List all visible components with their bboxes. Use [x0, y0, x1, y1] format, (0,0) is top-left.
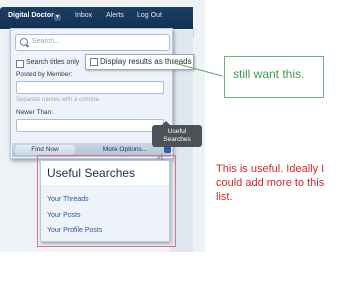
menu-item-your-threads[interactable]: Your Threads	[47, 196, 89, 203]
search-popup: Search titles only Display results as th…	[10, 28, 194, 159]
find-now-button[interactable]: Find Now	[15, 145, 75, 155]
logout-link[interactable]: Log Out	[137, 12, 162, 19]
red-annotation-text: This is useful. Ideally I could add more…	[216, 163, 325, 203]
top-nav-bar: Digital Doctor ▼ Inbox Alerts Log Out	[0, 7, 193, 29]
titles-only-label: Search titles only	[26, 59, 80, 66]
useful-searches-button[interactable]	[164, 146, 171, 153]
green-annotation-box: still want this.	[224, 56, 324, 98]
useful-searches-tooltip: Useful Searches	[152, 121, 202, 147]
menu-title: Useful Searches	[47, 166, 136, 180]
inbox-link[interactable]: Inbox	[75, 12, 92, 19]
divider	[193, 28, 194, 38]
display-threads-option[interactable]: Display results as threads	[85, 54, 194, 70]
separate-names-hint: Separate names with a comma.	[16, 97, 101, 103]
tooltip-line-2: Searches	[163, 136, 191, 143]
search-icon	[20, 38, 28, 46]
tooltip-line-1: Useful	[167, 128, 187, 135]
newer-than-input[interactable]	[16, 119, 164, 132]
posted-by-label: Posted by Member:	[16, 71, 73, 78]
search-input[interactable]	[32, 36, 162, 47]
useful-searches-menu: Useful Searches Your Threads Your Posts …	[40, 160, 170, 242]
search-box[interactable]	[15, 34, 170, 51]
menu-item-your-posts[interactable]: Your Posts	[47, 212, 81, 219]
display-threads-checkbox[interactable]	[90, 58, 98, 66]
titles-only-checkbox[interactable]	[16, 60, 24, 68]
menu-header: Useful Searches	[41, 161, 169, 185]
chevron-down-icon[interactable]: ▼	[54, 14, 61, 21]
alerts-link[interactable]: Alerts	[106, 12, 124, 19]
newer-than-label: Newer Than:	[16, 109, 54, 116]
more-options-link[interactable]: More Options...	[92, 145, 158, 155]
user-menu-link[interactable]: Digital Doctor	[8, 12, 54, 19]
posted-by-input[interactable]	[16, 81, 164, 94]
menu-item-your-profile-posts[interactable]: Your Profile Posts	[47, 227, 102, 234]
green-annotation-text: still want this.	[233, 67, 305, 81]
